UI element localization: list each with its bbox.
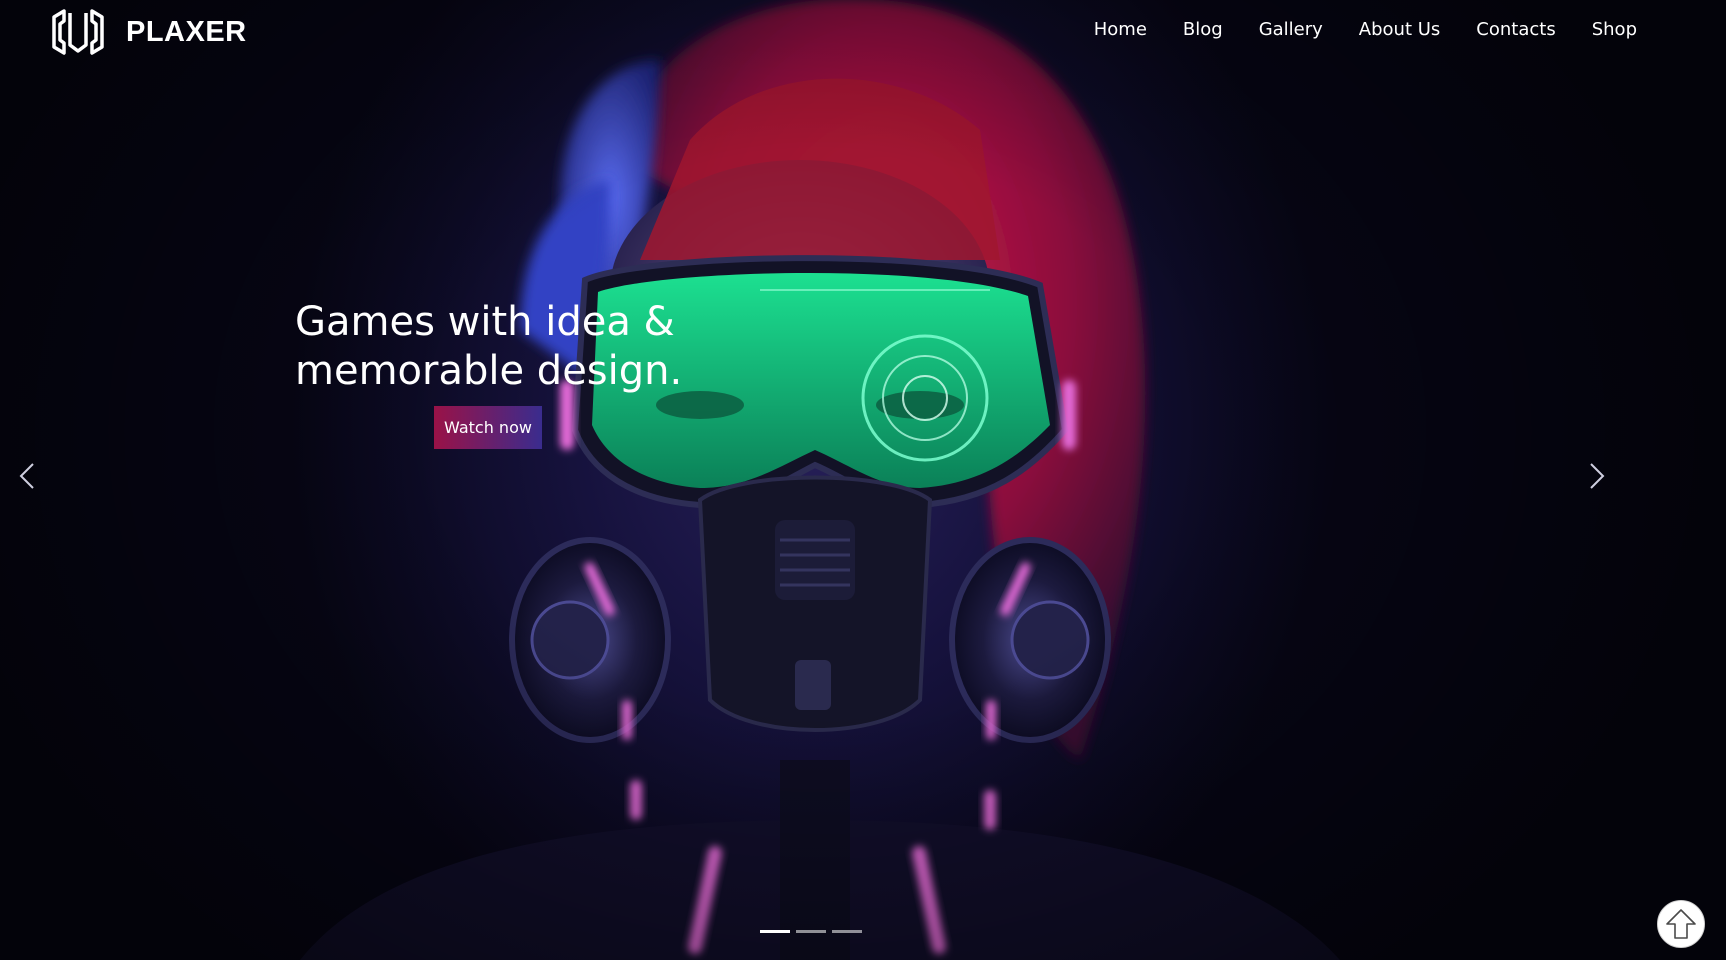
hexagon-u-logo-icon: [52, 9, 104, 55]
hero-headline-line-2: memorable design.: [295, 348, 683, 394]
arrow-up-icon: [1666, 909, 1696, 939]
carousel-prev-button[interactable]: [15, 460, 39, 492]
hero-section: PLAXER Home Blog Gallery About Us Contac…: [0, 0, 1726, 960]
carousel-indicator-1[interactable]: [760, 930, 790, 933]
hero-background-image: [300, 0, 1340, 960]
scroll-to-top-button[interactable]: [1657, 900, 1705, 948]
carousel-next-button[interactable]: [1585, 460, 1609, 492]
carousel-indicators: [760, 930, 862, 933]
nav-item-blog[interactable]: Blog: [1183, 17, 1223, 43]
watch-now-button[interactable]: Watch now: [434, 406, 542, 449]
carousel-indicator-3[interactable]: [832, 930, 862, 933]
nav-item-gallery[interactable]: Gallery: [1259, 17, 1323, 43]
hero-headline-line-1: Games with idea &: [295, 299, 675, 345]
main-nav: Home Blog Gallery About Us Contacts Shop: [1058, 17, 1637, 43]
hero-headline: Games with idea & memorable design.: [295, 298, 755, 396]
nav-item-about-us[interactable]: About Us: [1359, 17, 1441, 43]
chevron-left-icon: [19, 463, 34, 489]
chevron-right-icon: [1590, 463, 1605, 489]
brand-name: PLAXER: [126, 15, 247, 48]
nav-item-home[interactable]: Home: [1094, 17, 1147, 43]
nav-item-shop[interactable]: Shop: [1592, 17, 1637, 43]
nav-item-contacts[interactable]: Contacts: [1476, 17, 1555, 43]
brand-logo[interactable]: PLAXER: [50, 6, 247, 58]
carousel-indicator-2[interactable]: [796, 930, 826, 933]
